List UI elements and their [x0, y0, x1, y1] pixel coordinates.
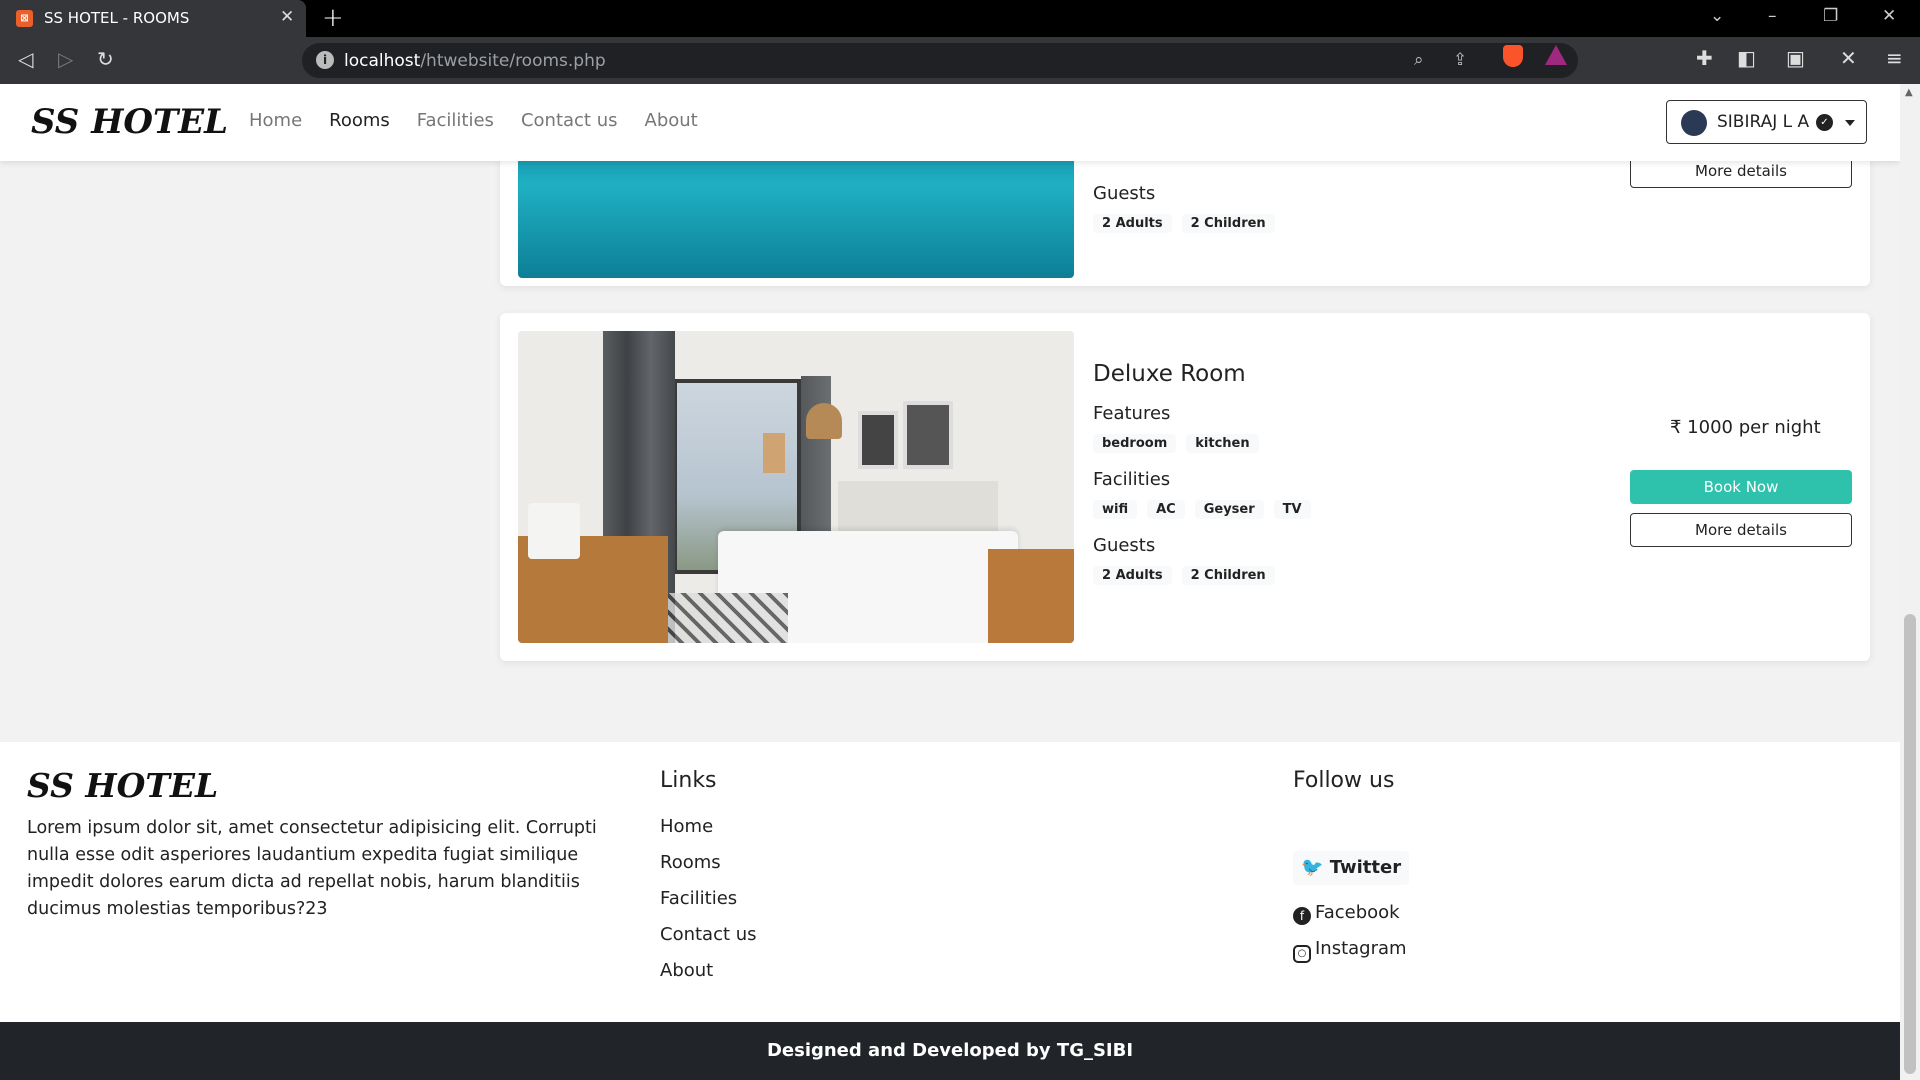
instagram-label: Instagram: [1315, 938, 1407, 959]
back-icon[interactable]: ◁: [18, 47, 33, 71]
book-now-button[interactable]: Book Now: [1630, 470, 1852, 504]
address-toolbar: ◁ ▷ ↻ i localhost/htwebsite/rooms.php ⌕ …: [0, 37, 1920, 84]
instagram-icon: ○: [1293, 945, 1311, 963]
site-navbar: SS HOTEL Home Rooms Facilities Contact u…: [0, 84, 1900, 161]
footer-link-contact[interactable]: Contact us: [660, 924, 757, 960]
nav-link-rooms[interactable]: Rooms: [329, 110, 390, 131]
page-viewport: SS HOTEL Home Rooms Facilities Contact u…: [0, 84, 1900, 1080]
nav-link-facilities[interactable]: Facilities: [417, 110, 494, 131]
scroll-up-arrow-icon[interactable]: ▲: [1905, 87, 1913, 98]
footer-link-facilities[interactable]: Facilities: [660, 888, 757, 924]
wallet-icon[interactable]: ▣: [1786, 46, 1805, 70]
facebook-link[interactable]: f Facebook: [1293, 902, 1400, 925]
guests-badges: 2 Adults 2 Children: [1093, 566, 1311, 585]
extensions-icon[interactable]: ✚: [1696, 46, 1713, 70]
restore-icon[interactable]: ❐: [1823, 6, 1838, 26]
footer-brand: SS HOTEL: [27, 766, 219, 805]
footer-links-title: Links: [660, 768, 717, 793]
instagram-link[interactable]: ○ Instagram: [1293, 938, 1407, 963]
scrollbar-thumb[interactable]: [1904, 614, 1916, 1074]
features-title: Features: [1093, 403, 1171, 424]
caret-down-icon: [1845, 120, 1855, 126]
more-details-button[interactable]: More details: [1630, 513, 1852, 547]
page-scrollbar[interactable]: ▲: [1900, 84, 1920, 1080]
sidebar-icon[interactable]: ◧: [1737, 46, 1756, 70]
menu-icon[interactable]: ≡: [1886, 46, 1903, 70]
facebook-label: Facebook: [1315, 902, 1400, 923]
url-host: localhost: [344, 51, 421, 71]
facility-badge: AC: [1147, 500, 1185, 519]
reload-icon[interactable]: ↻: [97, 47, 114, 71]
guest-badge: 2 Children: [1181, 566, 1275, 585]
footer-credit-bar: Designed and Developed by TG_SIBI: [0, 1022, 1900, 1080]
user-dropdown-button[interactable]: SIBIRAJ L A ✓: [1666, 100, 1867, 144]
navbar-brand[interactable]: SS HOTEL: [31, 102, 228, 142]
profile-x-icon[interactable]: ✕: [1840, 46, 1857, 70]
guest-badge: 2 Children: [1181, 214, 1275, 233]
twitter-link[interactable]: 🐦 Twitter: [1293, 851, 1410, 885]
footer-link-rooms[interactable]: Rooms: [660, 852, 757, 888]
url-path: /htwebsite/rooms.php: [420, 51, 606, 71]
room-name: Deluxe Room: [1093, 361, 1246, 387]
facility-badge: TV: [1273, 500, 1311, 519]
user-name: SIBIRAJ L A: [1717, 112, 1810, 132]
avatar: [1681, 110, 1707, 136]
guest-badge: 2 Adults: [1093, 566, 1172, 585]
site-info-icon[interactable]: i: [316, 51, 334, 69]
browser-tab[interactable]: ⊠ SS HOTEL - ROOMS ✕: [0, 0, 306, 37]
zoom-icon[interactable]: ⌕: [1414, 50, 1424, 70]
facilities-title: Facilities: [1093, 469, 1171, 490]
window-close-icon[interactable]: ✕: [1882, 6, 1896, 26]
guests-title: Guests: [1093, 183, 1156, 204]
site-favicon-icon: ⊠: [16, 10, 33, 27]
facility-badge: wifi: [1093, 500, 1138, 519]
footer-link-about[interactable]: About: [660, 960, 757, 996]
tab-close-icon[interactable]: ✕: [280, 7, 294, 27]
new-tab-icon[interactable]: +: [322, 3, 344, 33]
footer-links: Home Rooms Facilities Contact us About: [660, 816, 757, 996]
nav-link-home[interactable]: Home: [249, 110, 302, 131]
room-image-bedroom: [518, 331, 1074, 643]
footer-description: Lorem ipsum dolor sit, amet consectetur …: [27, 818, 597, 919]
guests-title: Guests: [1093, 535, 1156, 556]
guests-badges: 2 Adults 2 Children: [1093, 214, 1275, 233]
twitter-icon: 🐦: [1301, 857, 1324, 878]
footer-follow-title: Follow us: [1293, 768, 1395, 793]
nav-link-contact[interactable]: Contact us: [521, 110, 618, 131]
url-text[interactable]: localhost/htwebsite/rooms.php: [344, 51, 606, 71]
room-price: ₹ 1000 per night: [1670, 417, 1821, 438]
facilities-badges: wifi AC Geyser TV: [1093, 500, 1311, 519]
room-info: Deluxe Room Features bedroom kitchen Fac…: [1093, 361, 1311, 585]
tab-search-chevron-icon[interactable]: ⌄: [1710, 6, 1724, 26]
share-icon[interactable]: ⇪: [1453, 50, 1467, 70]
browser-tab-bar: ⊠ SS HOTEL - ROOMS ✕ + ⌄ – ❐ ✕: [0, 0, 1920, 37]
brave-rewards-icon[interactable]: [1545, 45, 1567, 65]
nav-links: Home Rooms Facilities Contact us About: [249, 110, 698, 131]
brave-shields-icon[interactable]: [1503, 45, 1523, 67]
credit-text: Designed and Developed by TG_SIBI: [766, 1040, 1134, 1061]
forward-icon[interactable]: ▷: [58, 47, 73, 71]
feature-badge: kitchen: [1186, 434, 1259, 453]
feature-badge: bedroom: [1093, 434, 1177, 453]
tab-title: SS HOTEL - ROOMS: [44, 9, 190, 27]
nav-link-about[interactable]: About: [645, 110, 698, 131]
minimize-icon[interactable]: –: [1768, 6, 1777, 26]
facility-badge: Geyser: [1194, 500, 1264, 519]
address-bar[interactable]: i localhost/htwebsite/rooms.php ⌕ ⇪: [302, 43, 1578, 78]
site-footer: SS HOTEL Lorem ipsum dolor sit, amet con…: [0, 742, 1900, 1022]
guest-badge: 2 Adults: [1093, 214, 1172, 233]
facebook-icon: f: [1293, 907, 1311, 925]
footer-link-home[interactable]: Home: [660, 816, 757, 852]
features-badges: bedroom kitchen: [1093, 434, 1311, 453]
verified-check-icon: ✓: [1816, 114, 1833, 131]
room-info: Guests 2 Adults 2 Children: [1093, 183, 1275, 233]
room-card-deluxe: Deluxe Room Features bedroom kitchen Fac…: [500, 313, 1870, 661]
twitter-label: Twitter: [1329, 857, 1402, 878]
